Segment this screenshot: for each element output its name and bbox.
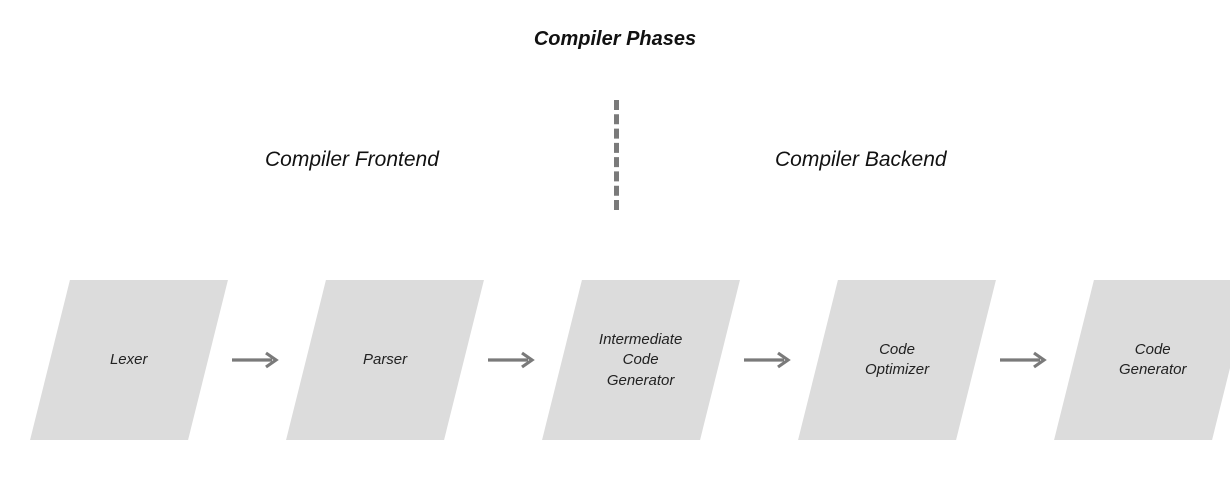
phase-node-code-generator: Code Generator — [1054, 280, 1230, 440]
phase-label: Intermediate Code Generator — [587, 330, 694, 391]
diagram-title: Compiler Phases — [0, 28, 1230, 51]
arrow-icon — [998, 351, 1052, 369]
diagram-canvas: Compiler Phases Compiler Frontend Compil… — [0, 0, 1230, 501]
phase-node-intermediate-code-generator: Intermediate Code Generator — [542, 280, 740, 440]
phase-label: Code Generator — [1107, 340, 1199, 381]
arrow-icon — [742, 351, 796, 369]
phase-node-parser: Parser — [286, 280, 484, 440]
arrow-icon — [230, 351, 284, 369]
phase-flow: Lexer Parser Intermediate Code Generator — [50, 280, 1230, 440]
phase-node-lexer: Lexer — [30, 280, 228, 440]
phase-label: Parser — [351, 350, 419, 370]
phase-label: Code Optimizer — [853, 340, 941, 381]
backend-section-label: Compiler Backend — [775, 148, 947, 172]
phase-node-code-optimizer: Code Optimizer — [798, 280, 996, 440]
frontend-section-label: Compiler Frontend — [265, 148, 439, 172]
frontend-backend-divider — [614, 100, 619, 210]
phase-label: Lexer — [98, 350, 160, 370]
arrow-icon — [486, 351, 540, 369]
